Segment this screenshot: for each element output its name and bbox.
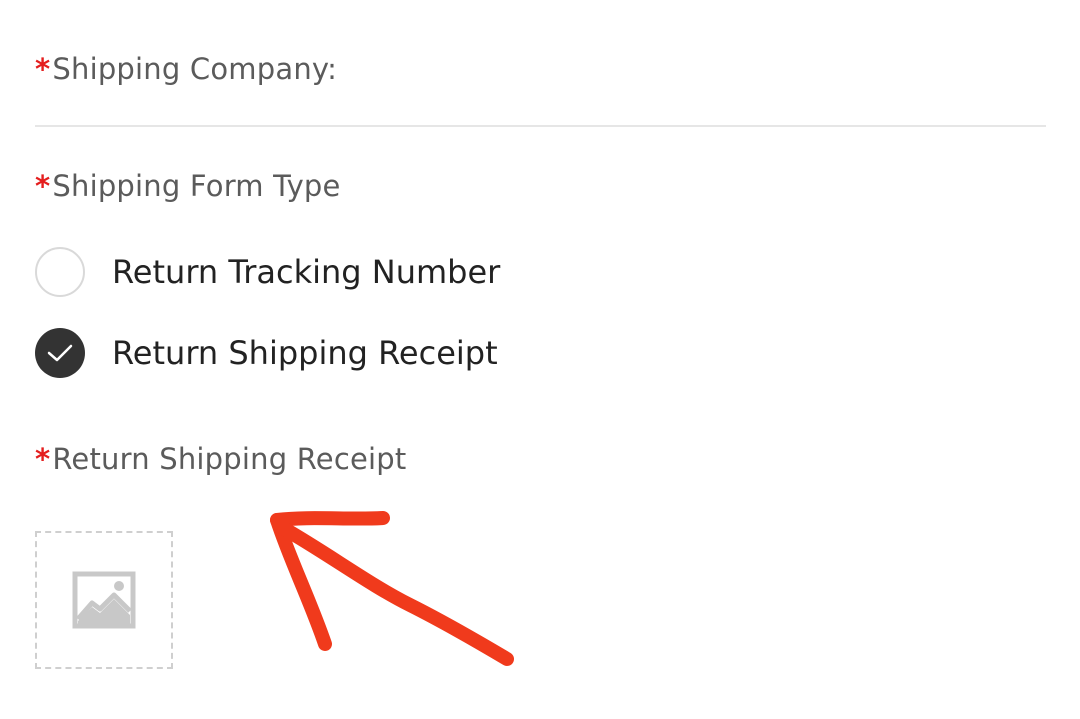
radio-checked-icon[interactable]	[35, 328, 85, 378]
return-shipping-receipt-label: *Return Shipping Receipt	[35, 442, 406, 476]
shipping-company-label: *Shipping Company:	[35, 52, 337, 86]
shipping-form-type-label: *Shipping Form Type	[35, 169, 341, 203]
checkmark-icon	[47, 344, 73, 362]
shipping-form-type-label-text: Shipping Form Type	[52, 169, 341, 203]
shipping-company-input[interactable]	[35, 100, 1046, 127]
image-placeholder-icon	[72, 571, 136, 629]
radio-option-return-shipping-receipt[interactable]: Return Shipping Receipt	[35, 328, 498, 378]
shipping-company-label-text: Shipping Company:	[52, 52, 338, 86]
radio-option-return-tracking-number[interactable]: Return Tracking Number	[35, 247, 500, 297]
radio-label: Return Shipping Receipt	[112, 334, 498, 372]
required-asterisk: *	[35, 169, 51, 203]
return-shipping-receipt-label-text: Return Shipping Receipt	[52, 442, 407, 476]
image-upload-button[interactable]	[35, 531, 173, 669]
radio-unchecked-icon[interactable]	[35, 247, 85, 297]
radio-label: Return Tracking Number	[112, 253, 501, 291]
required-asterisk: *	[35, 52, 51, 86]
required-asterisk: *	[35, 442, 51, 476]
